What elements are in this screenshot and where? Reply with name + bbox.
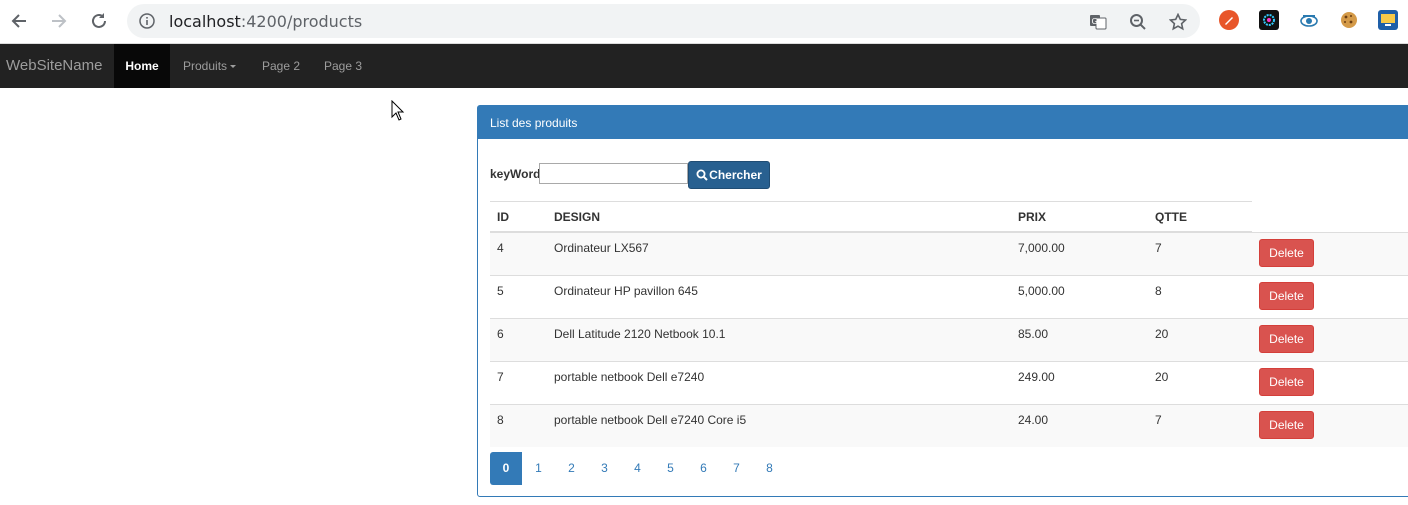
- cell-actions: Delete: [1252, 403, 1408, 447]
- page-link-0[interactable]: 0: [490, 452, 522, 485]
- cell-actions: Delete: [1252, 274, 1408, 318]
- cell-qtte: 7: [1148, 403, 1252, 447]
- search-button-label: Chercher: [709, 168, 762, 182]
- delete-button[interactable]: Delete: [1259, 281, 1314, 310]
- products-table: ID DESIGN PRIX QTTE 4 Ordinateur LX567 7…: [490, 201, 1408, 447]
- cell-qtte: 20: [1148, 360, 1252, 404]
- cell-id: 4: [490, 231, 547, 275]
- products-panel: List des produits keyWord Chercher ID DE…: [477, 105, 1408, 497]
- svg-text:G: G: [1092, 17, 1098, 26]
- cell-design: portable netbook Dell e7240 Core i5: [547, 403, 1011, 447]
- search-icon: [696, 169, 708, 181]
- cell-actions: Delete: [1252, 317, 1408, 361]
- top-navbar: WebSiteName Home Produits Page 2 Page 3: [0, 44, 1408, 88]
- url-text: localhost:4200/products: [169, 12, 362, 31]
- cell-id: 7: [490, 360, 547, 404]
- page-link-2[interactable]: 2: [555, 452, 588, 485]
- extension-pencil-icon[interactable]: [1219, 10, 1239, 30]
- delete-button[interactable]: Delete: [1259, 410, 1314, 439]
- search-button[interactable]: Chercher: [688, 161, 770, 189]
- back-arrow-icon[interactable]: [7, 9, 31, 33]
- page-link-1[interactable]: 1: [522, 452, 555, 485]
- cell-design: Ordinateur LX567: [547, 231, 1011, 275]
- page-link-4[interactable]: 4: [621, 452, 654, 485]
- page-link-5[interactable]: 5: [654, 452, 687, 485]
- page-link-8[interactable]: 8: [753, 452, 786, 485]
- cell-design: Ordinateur HP pavillon 645: [547, 274, 1011, 318]
- keyword-input[interactable]: [539, 163, 688, 184]
- delete-button[interactable]: Delete: [1259, 367, 1314, 396]
- table-row: 8 portable netbook Dell e7240 Core i5 24…: [490, 403, 1408, 447]
- nav-produits-dropdown[interactable]: Produits: [183, 44, 237, 88]
- translate-icon[interactable]: G: [1088, 12, 1108, 32]
- cell-design: Dell Latitude 2120 Netbook 10.1: [547, 317, 1011, 361]
- nav-home[interactable]: Home: [114, 44, 170, 88]
- extension-eye-icon[interactable]: [1299, 10, 1319, 30]
- bookmark-star-icon[interactable]: [1168, 12, 1188, 32]
- cell-id: 5: [490, 274, 547, 318]
- page-link-6[interactable]: 6: [687, 452, 720, 485]
- cell-prix: 5,000.00: [1011, 274, 1148, 318]
- address-bar[interactable]: localhost:4200/products G: [127, 4, 1200, 38]
- pagination: 0 1 2 3 4 5 6 7 8: [490, 452, 786, 485]
- zoom-out-icon[interactable]: [1128, 12, 1148, 32]
- cell-qtte: 8: [1148, 274, 1252, 318]
- header-qtte: QTTE: [1148, 201, 1252, 233]
- cell-qtte: 20: [1148, 317, 1252, 361]
- page-link-3[interactable]: 3: [588, 452, 621, 485]
- page-link-7[interactable]: 7: [720, 452, 753, 485]
- nav-produits-label: Produits: [183, 59, 228, 73]
- mouse-cursor-icon: [391, 100, 405, 121]
- cell-design: portable netbook Dell e7240: [547, 360, 1011, 404]
- delete-button[interactable]: Delete: [1259, 324, 1314, 353]
- header-prix: PRIX: [1011, 201, 1148, 233]
- nav-page-3[interactable]: Page 3: [324, 44, 362, 88]
- url-path: :4200/products: [240, 12, 363, 31]
- delete-button[interactable]: Delete: [1259, 238, 1314, 267]
- cell-prix: 7,000.00: [1011, 231, 1148, 275]
- panel-title: List des produits: [478, 106, 1408, 139]
- reload-icon[interactable]: [87, 9, 111, 33]
- cell-actions: Delete: [1252, 360, 1408, 404]
- cell-actions: Delete: [1252, 231, 1408, 275]
- header-id: ID: [490, 201, 547, 233]
- brand-logo[interactable]: WebSiteName: [6, 57, 102, 74]
- info-icon[interactable]: [139, 13, 155, 29]
- extension-cookie-icon[interactable]: [1339, 10, 1359, 30]
- forward-arrow-icon[interactable]: [47, 9, 71, 33]
- table-row: 6 Dell Latitude 2120 Netbook 10.1 85.00 …: [490, 317, 1408, 361]
- table-row: 7 portable netbook Dell e7240 249.00 20 …: [490, 360, 1408, 404]
- caret-down-icon: [230, 65, 237, 69]
- url-host: localhost: [169, 12, 241, 31]
- cell-id: 8: [490, 403, 547, 447]
- header-design: DESIGN: [547, 201, 1011, 233]
- cell-qtte: 7: [1148, 231, 1252, 275]
- table-row: 4 Ordinateur LX567 7,000.00 7 Delete: [490, 231, 1408, 275]
- header-actions: [1252, 201, 1408, 232]
- cell-prix: 249.00: [1011, 360, 1148, 404]
- cell-prix: 24.00: [1011, 403, 1148, 447]
- browser-toolbar: localhost:4200/products G: [0, 0, 1408, 44]
- extension-colorwheel-icon[interactable]: [1259, 10, 1279, 30]
- keyword-label: keyWord: [490, 167, 541, 181]
- extension-screen-icon[interactable]: [1378, 10, 1398, 30]
- table-header-row: ID DESIGN PRIX QTTE: [490, 201, 1408, 233]
- cell-prix: 85.00: [1011, 317, 1148, 361]
- cell-id: 6: [490, 317, 547, 361]
- table-row: 5 Ordinateur HP pavillon 645 5,000.00 8 …: [490, 274, 1408, 318]
- nav-page-2[interactable]: Page 2: [262, 44, 300, 88]
